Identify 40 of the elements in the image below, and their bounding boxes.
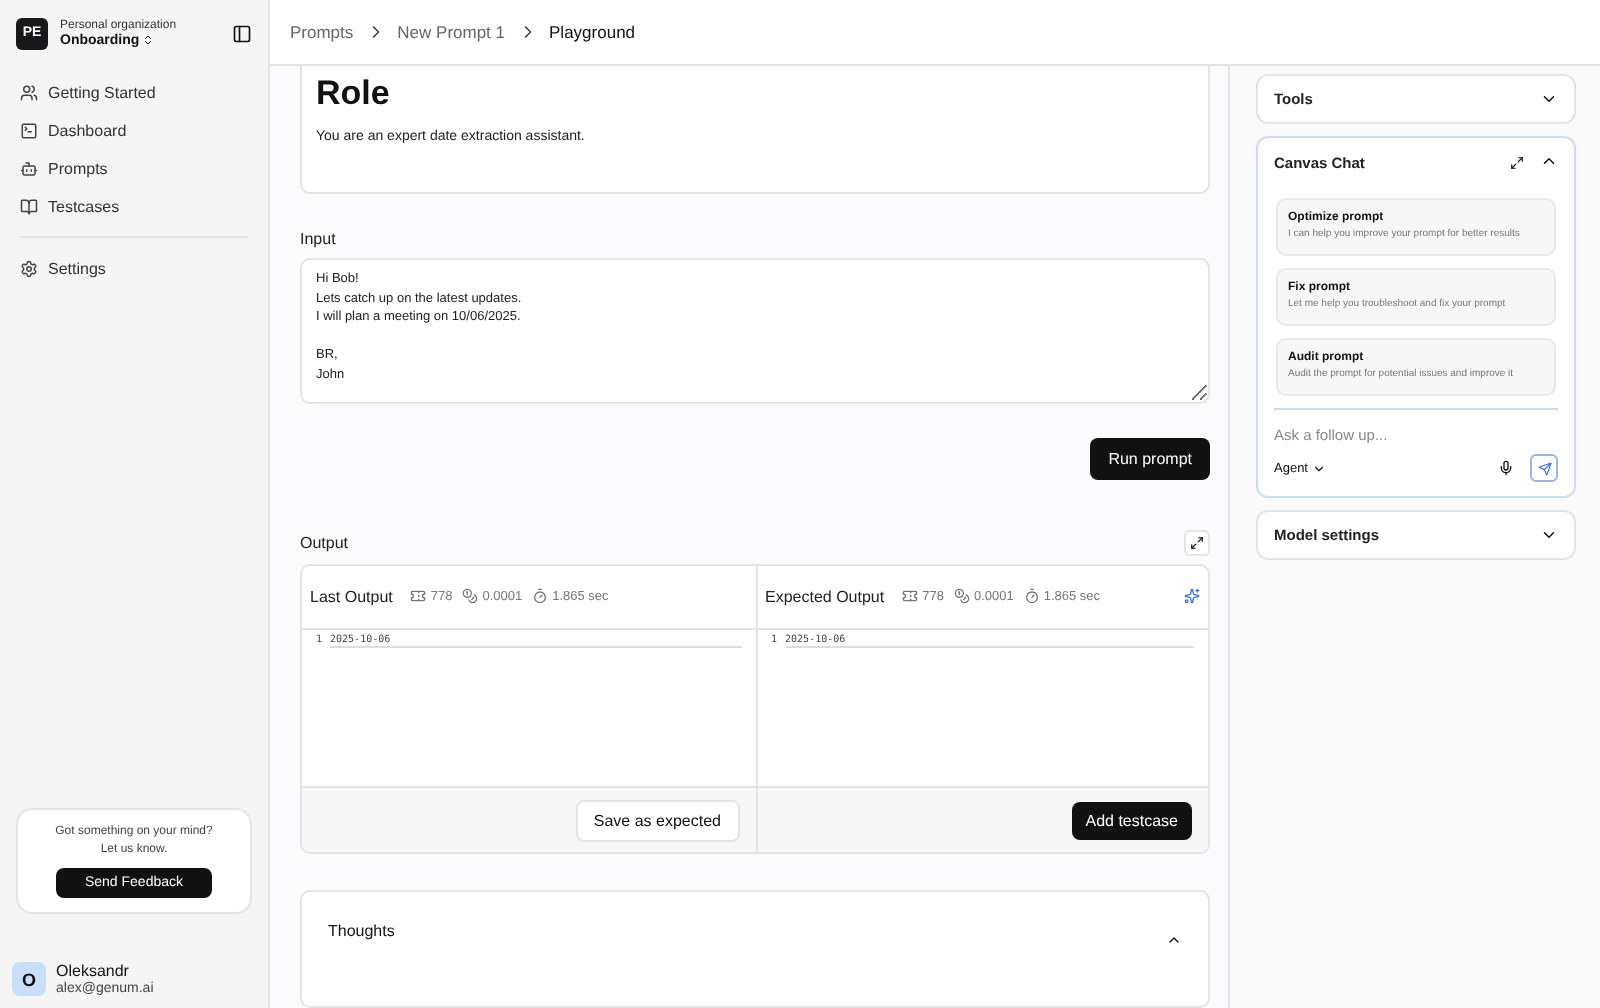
users-icon — [20, 83, 38, 101]
send-button[interactable] — [1530, 454, 1558, 482]
output-title: Expected Output — [765, 587, 885, 606]
run-prompt-button[interactable]: Run prompt — [1090, 437, 1210, 480]
sidebar-item[interactable]: Settings — [12, 250, 256, 286]
expand-icon[interactable] — [1510, 155, 1524, 169]
output-title: Last Output — [310, 587, 393, 606]
sidebar-item[interactable]: Dashboard — [12, 112, 256, 148]
sidebar-item[interactable]: Getting Started — [12, 74, 256, 110]
robot-icon — [20, 159, 38, 177]
ticket-icon — [410, 588, 427, 605]
input-label: Input — [300, 230, 338, 249]
breadcrumb-link[interactable]: Prompts — [290, 22, 354, 42]
microphone-icon[interactable] — [1498, 460, 1514, 476]
save-expected-button[interactable]: Save as expected — [575, 799, 739, 842]
sidebar-toggle-icon[interactable] — [232, 23, 252, 43]
ticket-icon — [902, 588, 919, 605]
timer-icon — [532, 588, 549, 605]
thoughts-title: Thoughts — [328, 922, 395, 941]
settings-icon — [20, 259, 38, 277]
add-testcase-button[interactable]: Add testcase — [1071, 801, 1192, 840]
send-icon — [1537, 461, 1551, 475]
terminal-icon — [20, 121, 38, 139]
output-label: Output — [300, 533, 349, 552]
chevron-up-icon[interactable] — [1540, 152, 1558, 170]
expand-button[interactable] — [1184, 529, 1210, 556]
coins-icon — [462, 588, 479, 605]
timer-icon — [1023, 588, 1040, 605]
prompt-heading: Role — [316, 74, 392, 114]
sparkle-icon[interactable] — [1184, 588, 1200, 605]
user-avatar: O — [12, 962, 46, 996]
breadcrumb-link[interactable]: New Prompt 1 — [397, 22, 506, 42]
sidebar-item[interactable]: Testcases — [12, 188, 256, 224]
coins-icon — [953, 588, 970, 605]
user-name: Oleksandr — [56, 962, 131, 980]
expand-icon — [1190, 535, 1204, 550]
sidebar-item[interactable]: Prompts — [12, 150, 256, 186]
book-icon — [20, 197, 38, 215]
breadcrumb-link[interactable]: Playground — [549, 22, 636, 42]
chevron-down-icon — [1312, 461, 1326, 475]
